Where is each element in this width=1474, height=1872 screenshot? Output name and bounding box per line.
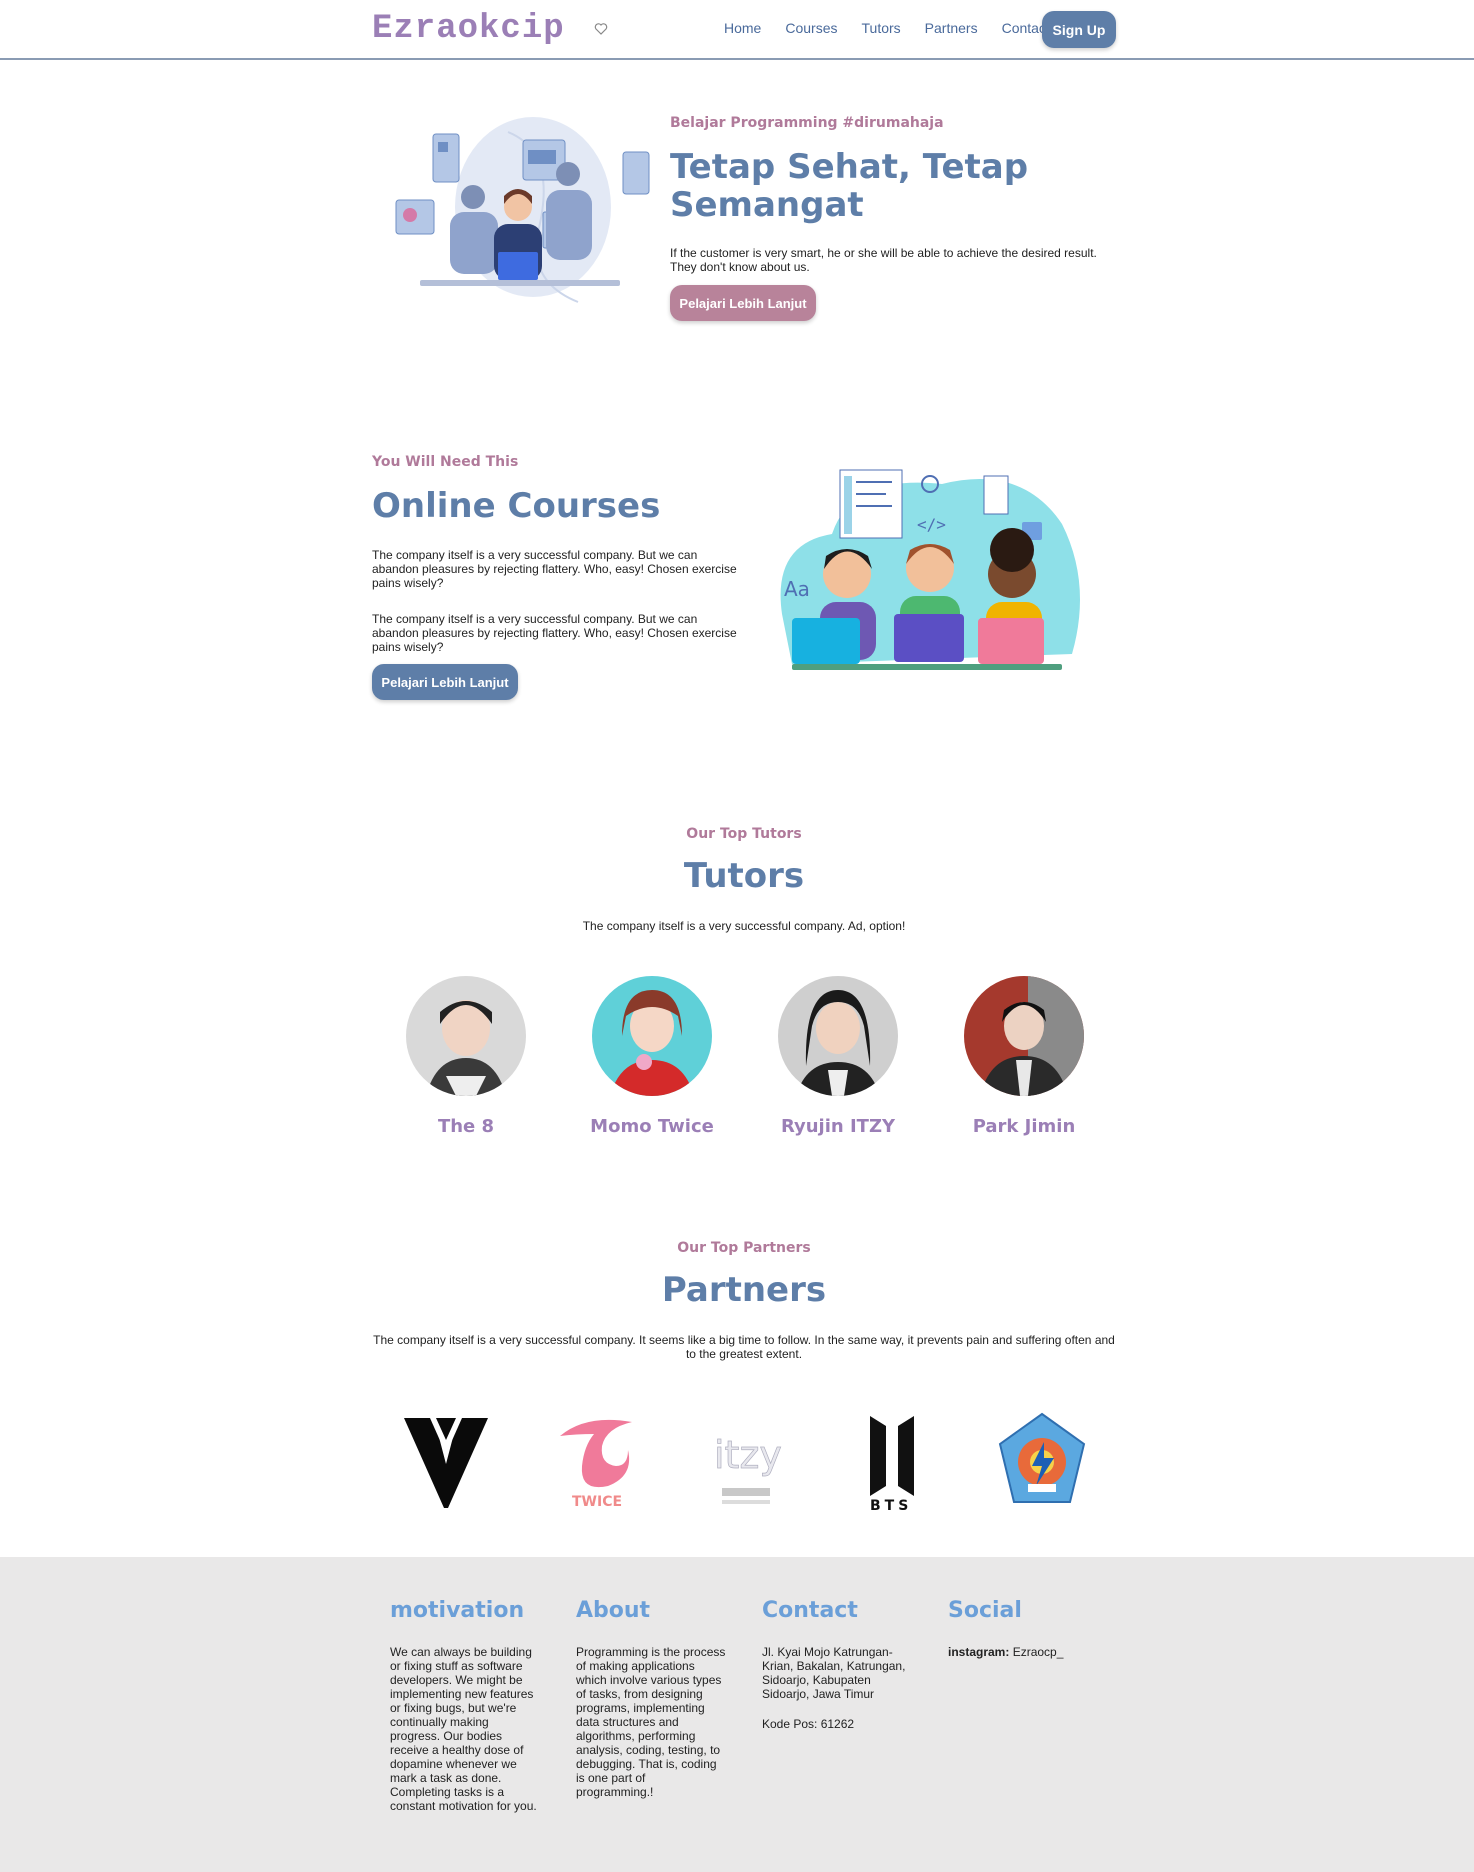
nav-links: Home Courses Tutors Partners Contact — [724, 20, 1074, 36]
partners-description: The company itself is a very successful … — [373, 1333, 1115, 1361]
svg-text:</>: </> — [917, 515, 946, 534]
footer-contact-address: Jl. Kyai Mojo Katrungan-Krian, Bakalan, … — [762, 1645, 906, 1701]
tutor-card[interactable]: Park Jimin — [964, 976, 1084, 1137]
footer-social-title: Social — [948, 1598, 1022, 1623]
instagram-link[interactable]: Ezraocp_ — [1013, 1645, 1064, 1659]
footer-about-title: About — [576, 1598, 651, 1623]
hero-illustration — [395, 117, 650, 303]
tutors-description: The company itself is a very successful … — [582, 919, 906, 933]
tutor-name: The 8 — [437, 1116, 495, 1137]
svg-text:Aa: Aa — [784, 577, 810, 601]
courses-kicker: You Will Need This — [372, 454, 519, 470]
courses-learn-more-button[interactable]: Pelajari Lebih Lanjut — [372, 664, 518, 700]
footer-social-label: instagram: — [948, 1645, 1010, 1659]
courses-illustration: </> Aa — [780, 469, 1080, 670]
footer — [0, 1557, 1474, 1872]
tutor-avatar — [778, 976, 898, 1096]
tutor-name: Ryujin ITZY — [780, 1116, 896, 1137]
nav-home[interactable]: Home — [724, 20, 761, 36]
brand-logo[interactable]: Ezraokcip — [372, 10, 565, 48]
hero-learn-more-button[interactable]: Pelajari Lebih Lanjut — [670, 285, 816, 321]
bts-logo[interactable]: BTS — [842, 1406, 942, 1516]
footer-contact-postal: Kode Pos: 61262 — [762, 1717, 855, 1731]
navbar: Ezraokcip Home Courses Tutors Partners C… — [0, 0, 1474, 60]
footer-social: Social instagram: Ezraocp_ — [948, 1598, 1098, 1659]
courses-paragraph-1: The company itself is a very successful … — [372, 548, 737, 590]
nav-courses[interactable]: Courses — [785, 20, 837, 36]
tutors-kicker: Our Top Tutors — [686, 826, 802, 842]
footer-about-text: Programming is the process of making app… — [576, 1645, 726, 1799]
tutor-name: Park Jimin — [972, 1116, 1076, 1137]
tutor-name: Momo Twice — [590, 1116, 714, 1137]
hero-title: Tetap Sehat, Tetap Semangat — [670, 147, 1029, 225]
tutor-avatar — [406, 976, 526, 1096]
tutor-card[interactable]: Momo Twice — [590, 976, 714, 1137]
partners-kicker: Our Top Partners — [677, 1240, 811, 1256]
footer-motivation-text: We can always be building or fixing stuf… — [390, 1645, 537, 1813]
tutor-card[interactable]: Ryujin ITZY — [778, 976, 898, 1137]
nav-partners[interactable]: Partners — [925, 20, 978, 36]
bts-logo-text: BTS — [870, 1498, 912, 1514]
courses-paragraph-2: The company itself is a very successful … — [372, 612, 737, 654]
school-logo[interactable] — [992, 1406, 1092, 1516]
nav-tutors[interactable]: Tutors — [862, 20, 901, 36]
signup-button[interactable]: Sign Up — [1042, 11, 1116, 48]
itzy-logo-text: itzy — [714, 1433, 782, 1477]
tutor-avatar — [592, 976, 712, 1096]
twice-logo[interactable]: TWICE — [546, 1406, 646, 1516]
twice-logo-text: TWICE — [572, 1494, 622, 1510]
footer-contact-title: Contact — [762, 1598, 858, 1623]
footer-motivation-title: motivation — [390, 1598, 525, 1623]
courses-title: Online Courses — [372, 486, 661, 526]
heart-icon — [594, 23, 608, 35]
seventeen-logo[interactable] — [396, 1406, 496, 1516]
footer-motivation: motivation We can always be building or … — [390, 1598, 540, 1813]
footer-about: About Programming is the process of maki… — [576, 1598, 726, 1799]
itzy-logo[interactable]: itzy — [696, 1406, 796, 1516]
tutor-card[interactable]: The 8 — [406, 976, 526, 1137]
hero-kicker: Belajar Programming #dirumahaja — [670, 115, 944, 131]
footer-social-line: instagram: Ezraocp_ — [948, 1645, 1098, 1659]
partners-title: Partners — [661, 1270, 827, 1310]
footer-contact: Contact Jl. Kyai Mojo Katrungan-Krian, B… — [762, 1598, 912, 1731]
tutors-title: Tutors — [683, 856, 805, 896]
hero-description: If the customer is very smart, he or she… — [670, 246, 1097, 274]
tutor-avatar — [964, 976, 1084, 1096]
